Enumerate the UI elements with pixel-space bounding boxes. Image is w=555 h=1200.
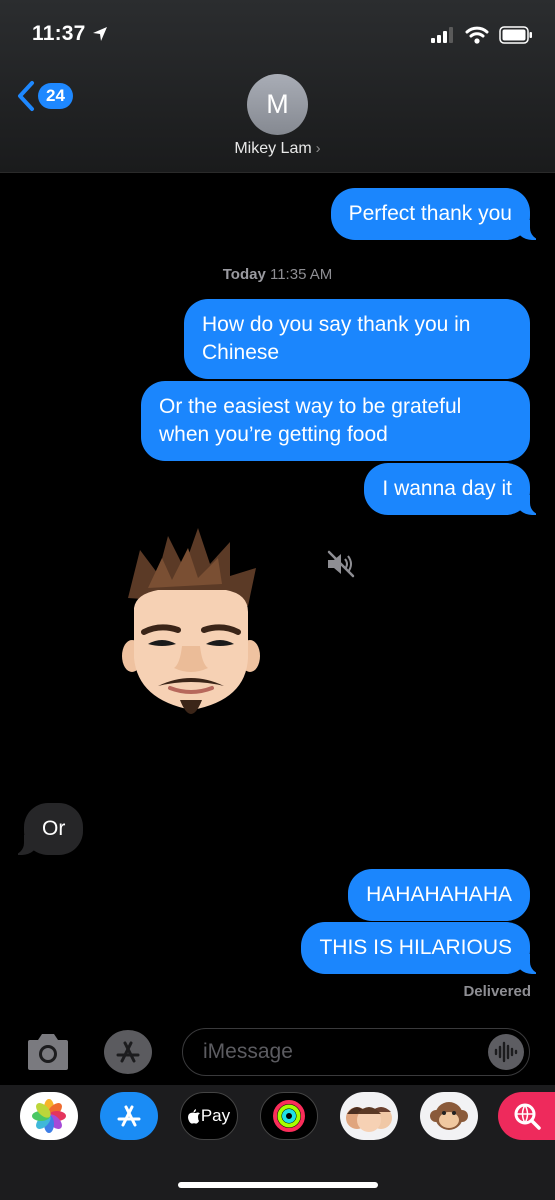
magnifier-globe-icon [514, 1103, 541, 1130]
message-text: THIS IS HILARIOUS [319, 936, 512, 959]
app-store-icon[interactable] [100, 1092, 158, 1140]
message-text: Or [42, 817, 66, 840]
monkey-icon [430, 1102, 468, 1130]
camera-icon[interactable] [24, 1030, 72, 1074]
wifi-icon [465, 26, 489, 44]
message-text: Perfect thank you [348, 202, 512, 225]
photos-app-icon[interactable] [20, 1092, 78, 1140]
cellular-signal-icon [431, 27, 453, 43]
audio-message-button[interactable] [488, 1034, 524, 1070]
delivered-status: Delivered [463, 983, 531, 1000]
message-input[interactable]: iMessage [182, 1028, 530, 1076]
app-store-icon [116, 1041, 140, 1063]
home-indicator[interactable] [178, 1182, 378, 1188]
waveform-icon [494, 1041, 518, 1063]
timestamp-divider: Today 11:35 AM [0, 266, 555, 283]
status-icons [431, 24, 533, 46]
apple-pay-label: Pay [200, 1106, 231, 1125]
message-text: HAHAHAHAHA [366, 883, 512, 906]
message-text: Or the easiest way to be grateful when y… [159, 395, 462, 446]
activity-icon[interactable] [260, 1092, 318, 1140]
message-bubble-outgoing[interactable]: HAHAHAHAHA [348, 869, 530, 921]
app-store-glyph-icon [117, 1105, 141, 1127]
speaker-muted-icon[interactable] [326, 550, 358, 578]
message-text: How do you say thank you in Chinese [202, 313, 471, 364]
battery-icon [499, 26, 532, 44]
location-arrow-icon [93, 27, 107, 41]
chevron-left-icon [18, 81, 34, 111]
message-bubble-outgoing[interactable]: How do you say thank you in Chinese [184, 299, 530, 379]
contact-name-button[interactable]: Mikey Lam › [0, 140, 555, 158]
contact-name: Mikey Lam [234, 140, 312, 157]
animoji-app-icon[interactable] [420, 1092, 478, 1140]
unread-count-badge: 24 [38, 83, 73, 109]
search-images-icon[interactable] [498, 1092, 555, 1140]
contact-avatar[interactable]: M [247, 74, 308, 135]
photos-flower-icon [32, 1099, 66, 1133]
message-bubble-outgoing[interactable]: THIS IS HILARIOUS [301, 922, 548, 974]
activity-rings-icon [273, 1100, 305, 1132]
timestamp-time: 11:35 AM [269, 266, 333, 283]
apple-logo-icon [187, 1108, 200, 1124]
app-drawer-button[interactable] [104, 1030, 152, 1074]
message-bubble-incoming[interactable]: Or [5, 803, 84, 855]
message-bubble-outgoing[interactable]: Or the easiest way to be grateful when y… [141, 381, 530, 461]
memoji-app-icon[interactable] [340, 1092, 398, 1140]
message-bubble-outgoing[interactable]: Perfect thank you [330, 188, 549, 240]
message-text: I wanna day it [382, 477, 512, 500]
status-time: 11:37 [32, 22, 86, 45]
memoji-sticker[interactable] [118, 528, 264, 728]
message-input-placeholder: iMessage [203, 1040, 293, 1063]
apple-pay-icon[interactable]: Pay [180, 1092, 238, 1140]
message-bubble-outgoing[interactable]: I wanna day it [364, 463, 548, 515]
memoji-faces-icon [346, 1107, 392, 1132]
chevron-right-icon: › [315, 140, 321, 157]
timestamp-day: Today [222, 266, 266, 283]
back-button[interactable]: 24 [16, 80, 73, 112]
